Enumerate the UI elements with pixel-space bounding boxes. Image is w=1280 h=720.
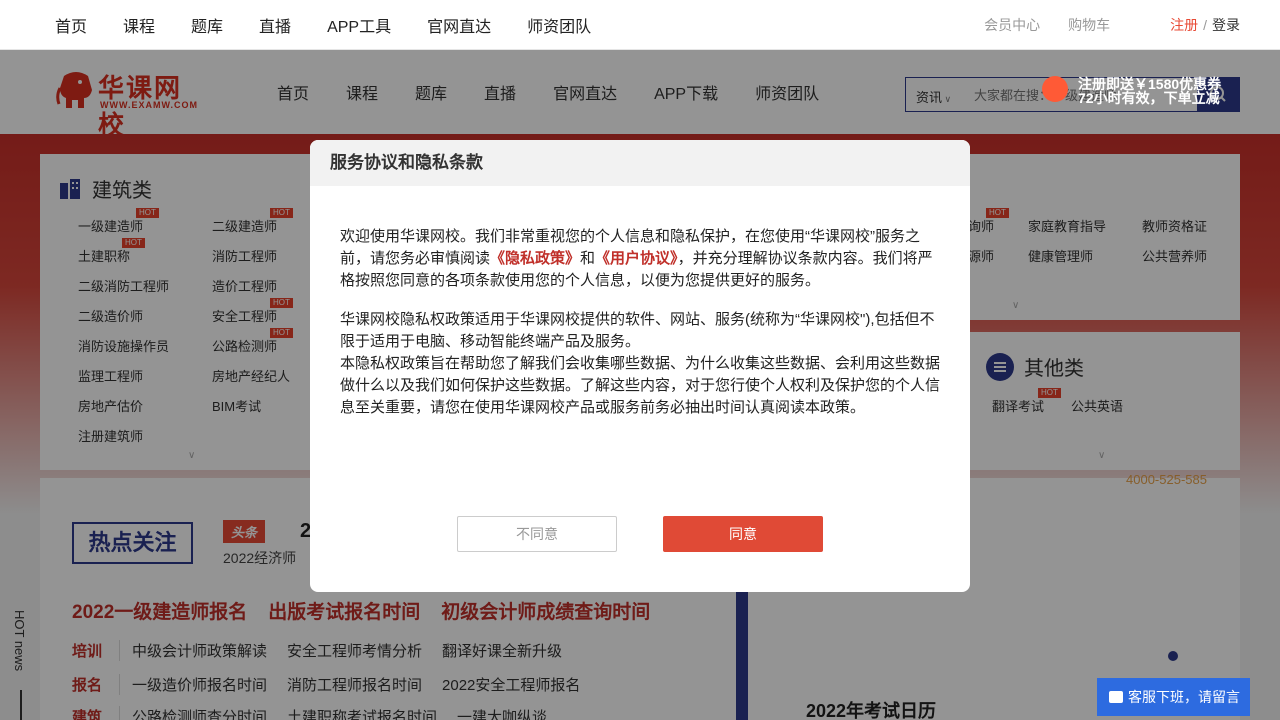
modal-title: 服务协议和隐私条款 bbox=[310, 140, 970, 186]
register-link[interactable]: 注册 bbox=[1170, 15, 1198, 35]
privacy-modal: 服务协议和隐私条款 欢迎使用华课网校。我们非常重视您的个人信息和隐私保护，在您使… bbox=[310, 140, 970, 592]
modal-paragraph: 欢迎使用华课网校。我们非常重视您的个人信息和隐私保护，在您使用“华课网校”服务之… bbox=[340, 226, 940, 292]
modal-body: 欢迎使用华课网校。我们非常重视您的个人信息和隐私保护，在您使用“华课网校”服务之… bbox=[340, 226, 940, 436]
promo-line-2: 72小时有效，下单立减 bbox=[1078, 90, 1220, 106]
login-link[interactable]: 登录 bbox=[1212, 15, 1240, 35]
top-nav-live[interactable]: 直播 bbox=[259, 13, 291, 37]
top-nav-question-bank[interactable]: 题库 bbox=[191, 13, 223, 37]
modal-paragraph: 华课网校隐私权政策适用于华课网校提供的软件、网站、服务(统称为“华课网校"),包… bbox=[340, 311, 935, 350]
agree-button[interactable]: 同意 bbox=[663, 516, 823, 552]
top-nav-courses[interactable]: 课程 bbox=[123, 13, 155, 37]
chat-label: 客服下班，请留言 bbox=[1128, 689, 1240, 705]
customer-service-button[interactable]: 客服下班，请留言 bbox=[1097, 678, 1250, 716]
cart-link[interactable]: 购物车 bbox=[1068, 15, 1110, 35]
chat-icon bbox=[1109, 691, 1123, 703]
link-separator: / bbox=[1203, 17, 1207, 33]
modal-text: 和 bbox=[580, 250, 596, 267]
user-agreement-link[interactable]: 《用户协议》 bbox=[595, 250, 678, 267]
top-links: 会员中心 购物车 注册 / 登录 bbox=[956, 0, 1240, 50]
top-nav-home[interactable]: 首页 bbox=[55, 13, 87, 37]
top-bar: 首页 课程 题库 直播 APP工具 官网直达 师资团队 会员中心 购物车 注册 … bbox=[0, 0, 1280, 50]
member-center-link[interactable]: 会员中心 bbox=[984, 15, 1040, 35]
disagree-button[interactable]: 不同意 bbox=[457, 516, 617, 552]
privacy-policy-link[interactable]: 《隐私政策》 bbox=[490, 250, 580, 267]
top-nav: 首页 课程 题库 直播 APP工具 官网直达 师资团队 bbox=[55, 0, 627, 50]
top-nav-official-site[interactable]: 官网直达 bbox=[427, 13, 491, 37]
top-nav-teachers[interactable]: 师资团队 bbox=[527, 13, 591, 37]
top-nav-app-tools[interactable]: APP工具 bbox=[327, 13, 391, 37]
promo-dot-icon bbox=[1042, 76, 1068, 102]
modal-paragraph: 本隐私权政策旨在帮助您了解我们会收集哪些数据、为什么收集这些数据、会利用这些数据… bbox=[340, 355, 941, 416]
